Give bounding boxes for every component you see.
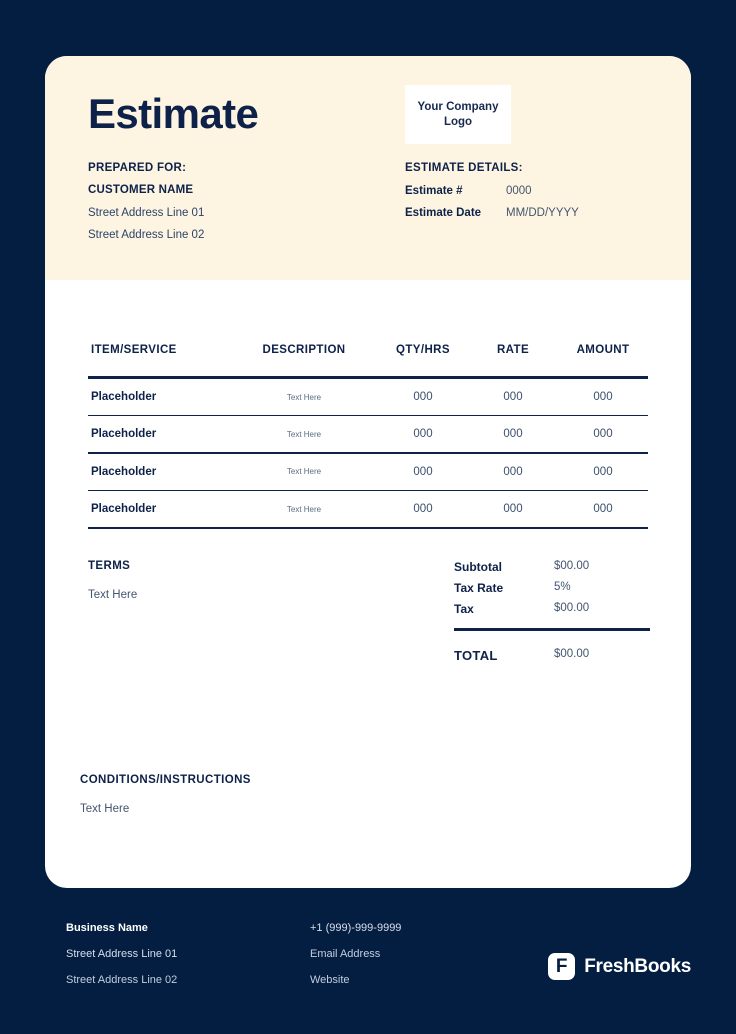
tax-row: Tax $00.00 bbox=[454, 602, 650, 616]
subtotal-value: $00.00 bbox=[554, 560, 590, 572]
estimate-date-label: Estimate Date bbox=[405, 207, 482, 219]
terms-block: TERMS Text Here bbox=[88, 560, 338, 601]
page-title: Estimate bbox=[88, 90, 259, 137]
cell-rate: 000 bbox=[503, 391, 523, 403]
table-row: Placeholder Text Here 000 000 000 bbox=[88, 454, 648, 490]
cell-item: Placeholder bbox=[91, 465, 157, 478]
estimate-number-row: Estimate # 0000 bbox=[405, 185, 655, 197]
totals-block: Subtotal $00.00 Tax Rate 5% Tax $00.00 T… bbox=[454, 560, 650, 670]
cell-qty: 000 bbox=[413, 503, 433, 516]
cell-qty: 000 bbox=[413, 465, 433, 478]
tax-value: $00.00 bbox=[554, 602, 590, 614]
tax-rate-row: Tax Rate 5% bbox=[454, 581, 650, 595]
estimate-date-row: Estimate Date MM/DD/YYYY bbox=[405, 207, 655, 219]
estimate-page: Estimate Your Company Logo PREPARED FOR:… bbox=[0, 0, 736, 1034]
cell-amount: 000 bbox=[593, 465, 613, 478]
table-row: Placeholder Text Here 000 000 000 bbox=[88, 379, 648, 415]
footer-email: Email Address bbox=[310, 948, 381, 960]
table-header-row: ITEM/SERVICE DESCRIPTION QTY/HRS RATE AM… bbox=[88, 334, 648, 366]
footer-phone: +1 (999)-999-9999 bbox=[310, 922, 402, 934]
grand-total-value: $00.00 bbox=[554, 648, 590, 660]
estimate-details-label: ESTIMATE DETAILS: bbox=[405, 162, 523, 174]
subtotal-row: Subtotal $00.00 bbox=[454, 560, 650, 574]
tax-rate-label: Tax Rate bbox=[454, 581, 504, 595]
cell-rate: 000 bbox=[503, 428, 523, 441]
customer-address-line-2: Street Address Line 02 bbox=[88, 229, 205, 241]
customer-address-line-1: Street Address Line 01 bbox=[88, 207, 205, 219]
totals-divider bbox=[454, 628, 650, 631]
company-logo-placeholder[interactable]: Your Company Logo bbox=[405, 85, 511, 144]
terms-body: Text Here bbox=[88, 589, 138, 601]
cell-amount: 000 bbox=[593, 428, 613, 441]
cell-amount: 000 bbox=[593, 391, 613, 403]
cell-rate: 000 bbox=[503, 503, 523, 516]
freshbooks-mark-icon: F bbox=[548, 953, 576, 980]
line-items-table: ITEM/SERVICE DESCRIPTION QTY/HRS RATE AM… bbox=[88, 334, 648, 529]
cell-item: Placeholder bbox=[91, 391, 157, 403]
cell-description: Text Here bbox=[286, 392, 322, 402]
table-row: Placeholder Text Here 000 000 000 bbox=[88, 416, 648, 452]
footer-business-column: Business Name Street Address Line 01 Str… bbox=[66, 922, 177, 1000]
company-logo-text: Your Company Logo bbox=[417, 101, 499, 128]
cell-item: Placeholder bbox=[91, 428, 157, 441]
conditions-block: CONDITIONS/INSTRUCTIONS Text Here bbox=[80, 774, 500, 815]
freshbooks-mark-letter: F bbox=[555, 955, 568, 977]
footer-contact-column: +1 (999)-999-9999 Email Address Website bbox=[310, 922, 401, 1000]
grand-total-label: TOTAL bbox=[454, 648, 498, 663]
freshbooks-wordmark: FreshBooks bbox=[584, 955, 691, 977]
cell-qty: 000 bbox=[413, 391, 433, 403]
footer-website: Website bbox=[310, 974, 350, 986]
terms-heading: TERMS bbox=[88, 560, 131, 572]
footer-business-name: Business Name bbox=[66, 922, 148, 934]
prepared-for-block: PREPARED FOR: CUSTOMER NAME Street Addre… bbox=[88, 162, 338, 251]
freshbooks-logo: F FreshBooks bbox=[548, 953, 691, 980]
footer-address-line-1: Street Address Line 01 bbox=[66, 948, 178, 960]
cell-qty: 000 bbox=[413, 428, 433, 441]
table-bottom-rule bbox=[88, 527, 648, 529]
column-header-description: DESCRIPTION bbox=[262, 344, 346, 356]
table-row: Placeholder Text Here 000 000 000 bbox=[88, 491, 648, 527]
grand-total-row: TOTAL $00.00 bbox=[454, 648, 650, 663]
cell-amount: 000 bbox=[593, 503, 613, 516]
conditions-body: Text Here bbox=[80, 803, 130, 815]
cell-rate: 000 bbox=[503, 465, 523, 478]
prepared-for-label: PREPARED FOR: bbox=[88, 162, 187, 174]
column-header-rate: RATE bbox=[496, 344, 530, 356]
estimate-date-value: MM/DD/YYYY bbox=[506, 207, 579, 219]
estimate-number-label: Estimate # bbox=[405, 185, 463, 197]
page-footer: Business Name Street Address Line 01 Str… bbox=[0, 905, 736, 1034]
conditions-heading: CONDITIONS/INSTRUCTIONS bbox=[80, 774, 251, 786]
tax-rate-value: 5% bbox=[554, 581, 571, 593]
tax-label: Tax bbox=[454, 602, 474, 616]
cell-item: Placeholder bbox=[91, 503, 157, 516]
column-header-item: ITEM/SERVICE bbox=[91, 344, 177, 356]
cell-description: Text Here bbox=[286, 504, 322, 514]
estimate-details-block: ESTIMATE DETAILS: Estimate # 0000 Estima… bbox=[405, 162, 655, 229]
column-header-amount: AMOUNT bbox=[576, 344, 630, 356]
subtotal-label: Subtotal bbox=[454, 560, 502, 574]
footer-address-line-2: Street Address Line 02 bbox=[66, 974, 178, 986]
estimate-document-card: Estimate Your Company Logo PREPARED FOR:… bbox=[45, 56, 691, 888]
cell-description: Text Here bbox=[286, 467, 322, 477]
column-header-qty: QTY/HRS bbox=[396, 344, 450, 356]
customer-name: CUSTOMER NAME bbox=[88, 184, 194, 196]
cell-description: Text Here bbox=[286, 429, 322, 439]
estimate-number-value: 0000 bbox=[506, 185, 532, 197]
